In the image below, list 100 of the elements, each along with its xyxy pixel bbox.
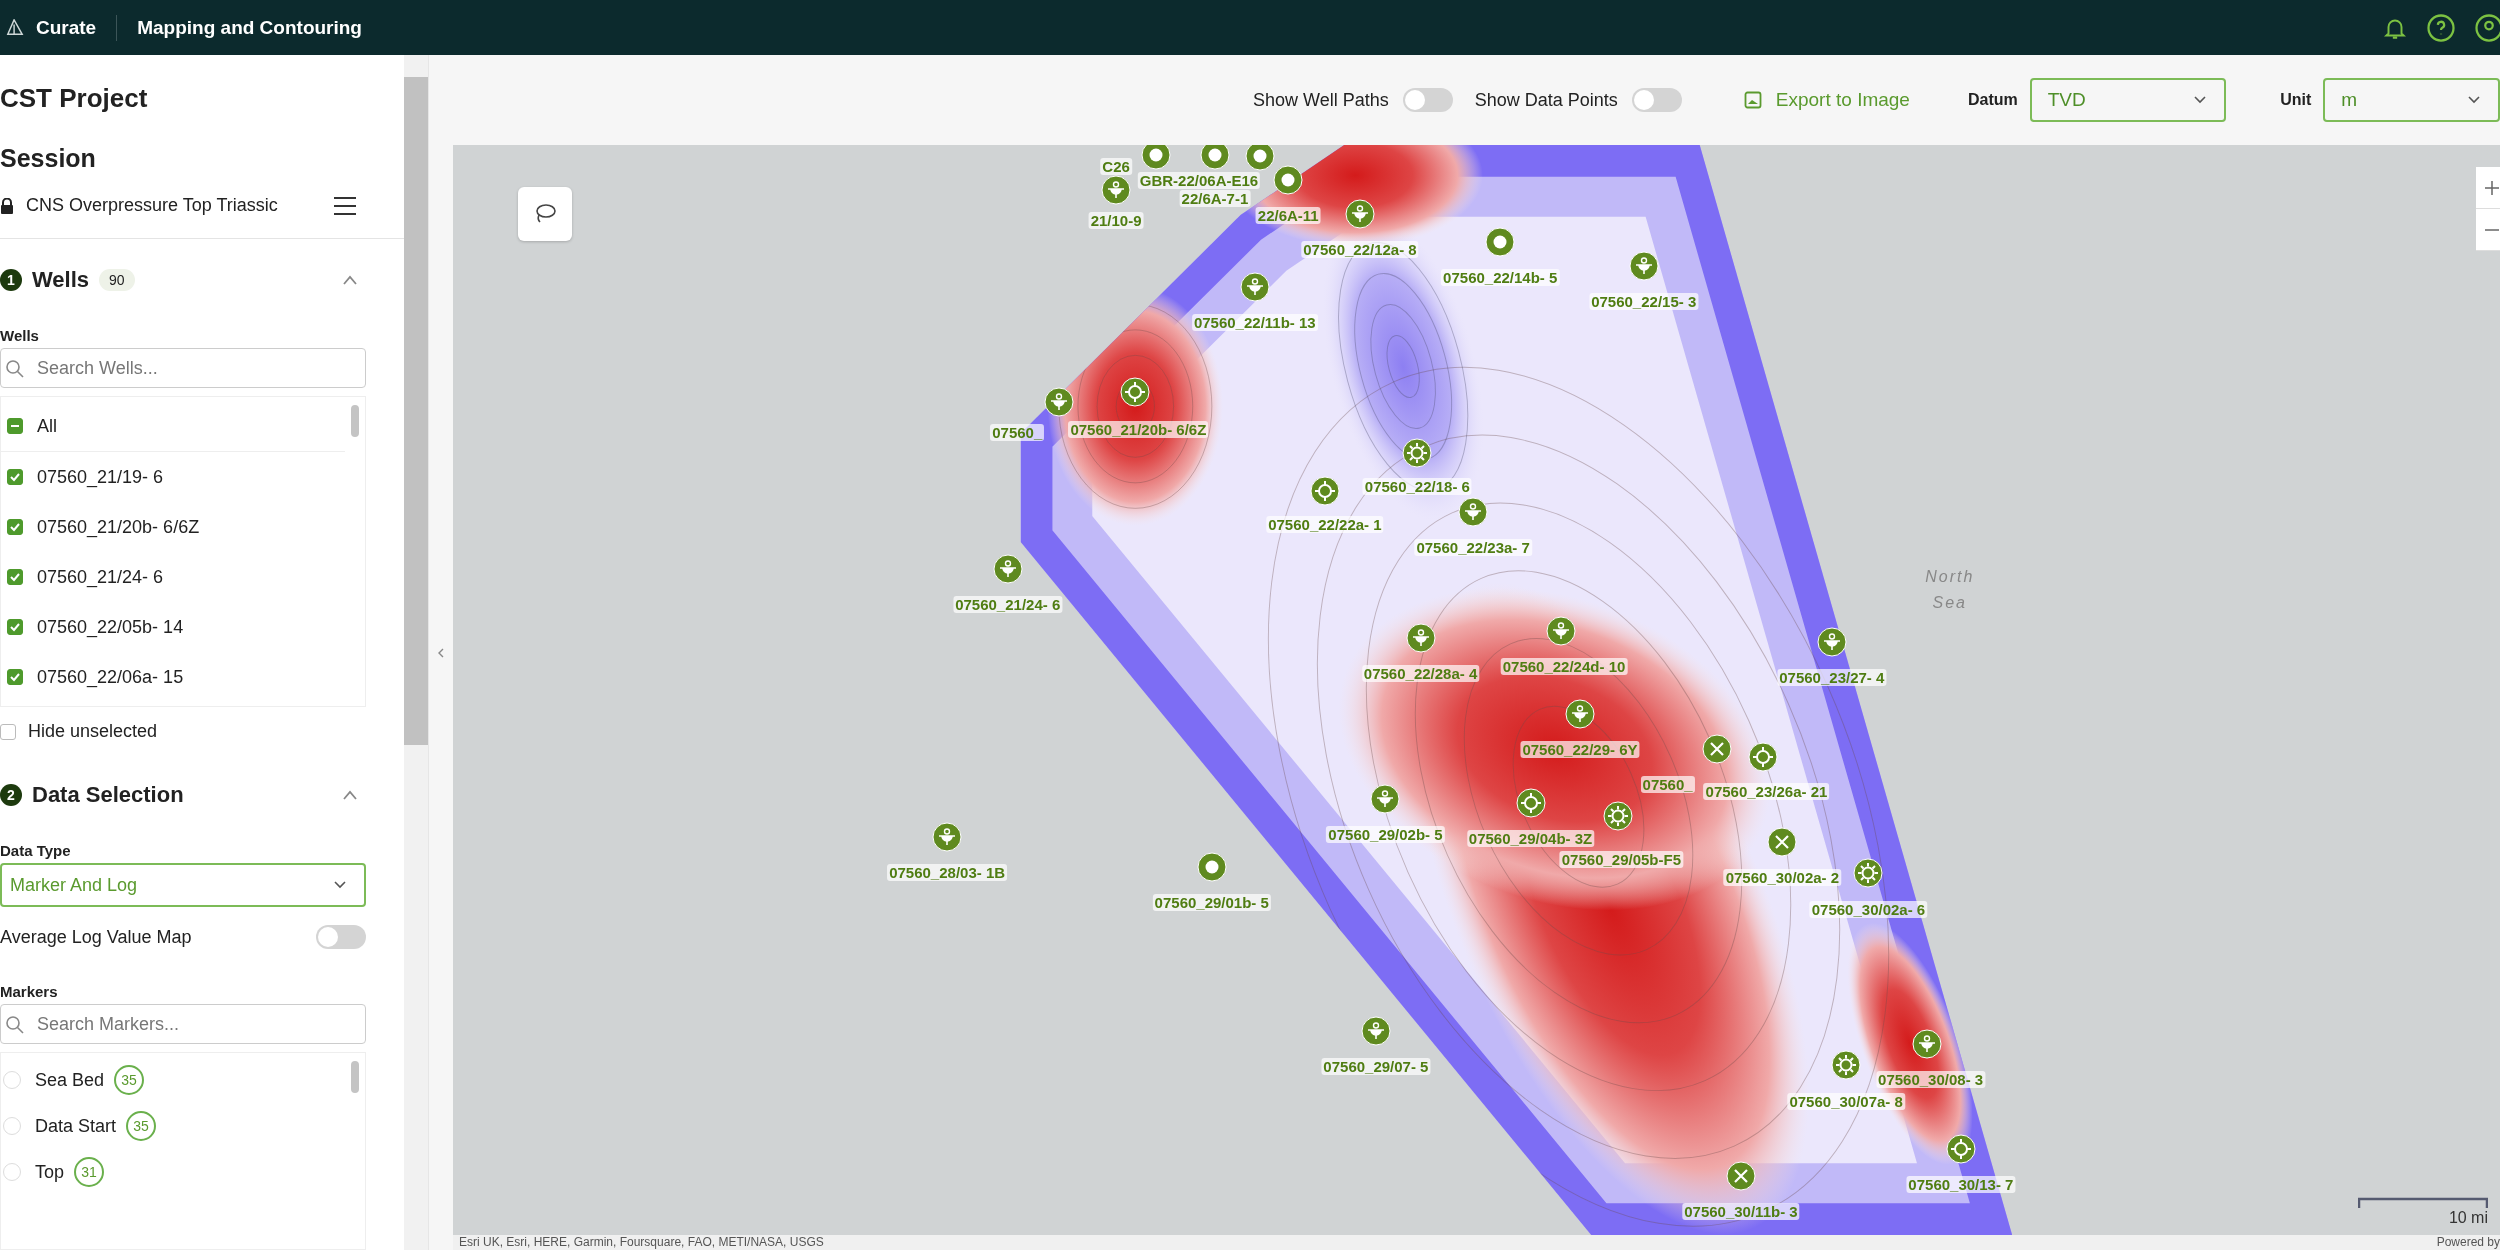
powered-by-text[interactable]: Powered by [2436, 1235, 2500, 1250]
checkbox[interactable] [7, 418, 23, 434]
attribution-text: Esri UK, Esri, HERE, Garmin, Foursquare, FAO, METI/NASA, USGS [459, 1235, 824, 1250]
search-field[interactable]: Search Markers... [0, 1004, 367, 1044]
well-label: GBR-22/06A-E16 [1137, 172, 1261, 190]
datum-dropdown[interactable]: TVD [2029, 78, 2227, 122]
well-ring-icon[interactable] [1196, 852, 1227, 883]
well-drop-icon[interactable] [1458, 496, 1489, 527]
well-label: 07560_21/24- 6 [953, 596, 1063, 614]
field-label: Wells [0, 327, 40, 344]
well-drop-icon[interactable] [1370, 783, 1401, 814]
well-drop-icon[interactable] [1912, 1029, 1943, 1059]
well-drop-icon[interactable] [1043, 386, 1074, 417]
toggle-switch[interactable] [316, 925, 367, 949]
well-label: 07560_22/14b- 5 [1441, 269, 1560, 287]
well-ring-icon[interactable] [1244, 145, 1275, 172]
data-type-dropdown[interactable]: Marker And Log [0, 863, 367, 907]
well-gear-icon[interactable] [1402, 437, 1433, 468]
well-target-icon[interactable] [1515, 788, 1546, 819]
unit-dropdown[interactable]: m [2323, 78, 2500, 122]
list-item[interactable]: Sea Bed [35, 1069, 105, 1091]
help-icon[interactable] [2426, 12, 2456, 43]
list-item[interactable]: Top [35, 1161, 65, 1183]
checkbox[interactable] [7, 569, 23, 585]
well-drop-icon[interactable] [1360, 1016, 1391, 1047]
well-drop-icon[interactable] [1101, 174, 1132, 205]
sail-logo-icon [6, 18, 24, 37]
product-name[interactable]: Curate [36, 16, 97, 39]
well-label: 07560_29/07- 5 [1321, 1058, 1431, 1076]
well-target-icon[interactable] [1120, 377, 1151, 408]
toggle-switch[interactable] [1402, 88, 1453, 112]
checkbox[interactable] [7, 469, 23, 485]
toggle-label: Show Well Paths [1253, 89, 1389, 111]
list-item[interactable]: 07560_21/19- 6 [37, 466, 164, 488]
well-drop-icon[interactable] [1405, 622, 1436, 653]
step-number: 1 [0, 269, 22, 291]
list-item[interactable]: 07560_21/20b- 6/6Z [37, 516, 200, 538]
well-cross-icon[interactable] [1725, 1161, 1756, 1192]
chevron-left-icon[interactable] [438, 647, 444, 658]
well-drop-icon[interactable] [932, 821, 963, 852]
chevron-up-icon[interactable] [342, 275, 359, 285]
session-name: CNS Overpressure Top Triassic [26, 195, 278, 216]
well-ring-icon[interactable] [1199, 145, 1230, 170]
well-gear-icon[interactable] [1831, 1049, 1862, 1080]
well-drop-icon[interactable] [1816, 627, 1847, 658]
checkbox[interactable] [7, 669, 23, 685]
checkbox[interactable] [7, 519, 23, 535]
well-cross-icon[interactable] [1767, 826, 1798, 857]
well-drop-icon[interactable] [992, 554, 1023, 584]
well-gear-icon[interactable] [1853, 858, 1884, 889]
well-label: 07560_22/22a- 1 [1266, 516, 1384, 534]
well-cross-icon[interactable] [1702, 734, 1733, 765]
well-gear-icon[interactable] [1603, 801, 1634, 832]
well-label: 21/10-9 [1088, 211, 1144, 229]
well-drop-icon[interactable] [1239, 271, 1270, 302]
checkmark-icon [9, 571, 21, 583]
well-label: 22/6A-11 [1255, 207, 1321, 225]
minus-icon [2484, 228, 2500, 231]
well-target-icon[interactable] [1309, 475, 1340, 506]
list-item[interactable]: 07560_22/05b- 14 [37, 616, 184, 638]
unit-label: Unit [2280, 91, 2312, 109]
datum-label: Datum [1967, 91, 2018, 109]
checkbox[interactable] [7, 619, 23, 635]
well-drop-icon[interactable] [1628, 251, 1659, 282]
well-label: 07560_29/05b-F5 [1559, 851, 1683, 869]
chevron-up-icon[interactable] [342, 790, 359, 800]
sidebar-scrollbar[interactable] [404, 55, 429, 1250]
list-item[interactable]: 07560_22/06a- 15 [37, 666, 184, 688]
well-ring-icon[interactable] [1485, 227, 1516, 258]
well-label: 07560_29/04b- 3Z [1466, 830, 1595, 848]
checkbox[interactable] [0, 723, 16, 740]
toggle-label: Show Data Points [1474, 89, 1618, 111]
well-label: 07560_23/27- 4 [1777, 669, 1887, 687]
well-drop-icon[interactable] [1545, 616, 1576, 647]
well-label: 07560_30/07a- 8 [1787, 1093, 1905, 1111]
search-icon [5, 1015, 25, 1035]
well-ring-icon[interactable] [1140, 145, 1171, 170]
well-drop-icon[interactable] [1564, 699, 1595, 730]
list-item[interactable]: Data Start [35, 1115, 117, 1137]
well-ring-icon[interactable] [1273, 165, 1304, 196]
well-label: 07560_22/24d- 10 [1500, 658, 1628, 676]
well-target-icon[interactable] [1945, 1134, 1976, 1165]
search-field[interactable]: Search Wells... [0, 348, 367, 388]
count-badge: 35 [114, 1065, 145, 1095]
toggle-switch[interactable] [1631, 88, 1682, 112]
well-label: 07560_29/01b- 5 [1152, 894, 1271, 912]
checkmark-icon [9, 521, 21, 533]
checkmark-icon [9, 621, 21, 633]
list-item[interactable]: All [37, 415, 57, 437]
well-target-icon[interactable] [1748, 742, 1779, 773]
scrollbar-thumb[interactable] [351, 1061, 360, 1093]
scrollbar-thumb[interactable] [351, 405, 360, 437]
map-background[interactable] [453, 145, 2500, 1235]
toggle-label: Average Log Value Map [0, 926, 192, 948]
menu-icon[interactable] [332, 195, 359, 216]
well-label: 07560_22/18- 6 [1362, 478, 1472, 496]
well-drop-icon[interactable] [1345, 198, 1375, 229]
list-item[interactable]: 07560_21/24- 6 [37, 566, 164, 588]
lasso-tool-button[interactable] [518, 187, 572, 241]
field-label: Markers [0, 983, 59, 1000]
